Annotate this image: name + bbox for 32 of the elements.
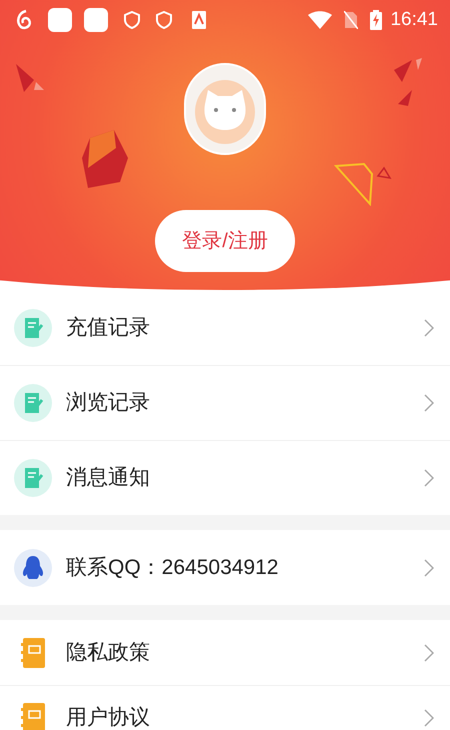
- chevron-right-icon: [424, 558, 434, 576]
- login-register-button[interactable]: 登录/注册: [155, 210, 295, 272]
- notebook-icon: [21, 638, 45, 668]
- menu-row[interactable]: 用户协议: [0, 685, 450, 730]
- letter-tile-icon: [192, 11, 206, 29]
- status-time: 16:41: [390, 8, 438, 32]
- wifi-icon: [308, 11, 332, 29]
- notepad-icon: [14, 459, 52, 497]
- app-icon: [84, 8, 108, 32]
- app-icon: [48, 8, 72, 32]
- triangle-outline-decoration-drawing: [334, 160, 392, 206]
- menu-label: 充值记录: [66, 314, 151, 341]
- menu-label: 用户协议: [66, 705, 151, 730]
- notepad-icon: [14, 308, 52, 346]
- chevron-right-icon: [424, 709, 434, 727]
- chevron-right-icon: [424, 394, 434, 412]
- menu-label: 消息通知: [66, 465, 151, 492]
- polygon-decoration-drawing: [80, 128, 130, 190]
- shield-icon: [124, 11, 140, 29]
- shield-icon: [156, 11, 172, 29]
- menu-label: 浏览记录: [66, 390, 151, 416]
- menu-label: 联系QQ：2645034912: [66, 554, 280, 581]
- notebook-icon: [21, 703, 45, 730]
- no-sim-icon: [344, 11, 358, 29]
- penguin-icon: [14, 548, 52, 586]
- battery-charging-icon: [370, 10, 382, 30]
- menu-label: 隐私政策: [66, 640, 151, 666]
- chevron-right-icon: [424, 644, 434, 662]
- chevron-right-icon: [424, 469, 434, 487]
- polygon-decoration-drawing: [16, 62, 46, 92]
- chevron-right-icon: [424, 318, 434, 336]
- notepad-icon: [14, 384, 52, 422]
